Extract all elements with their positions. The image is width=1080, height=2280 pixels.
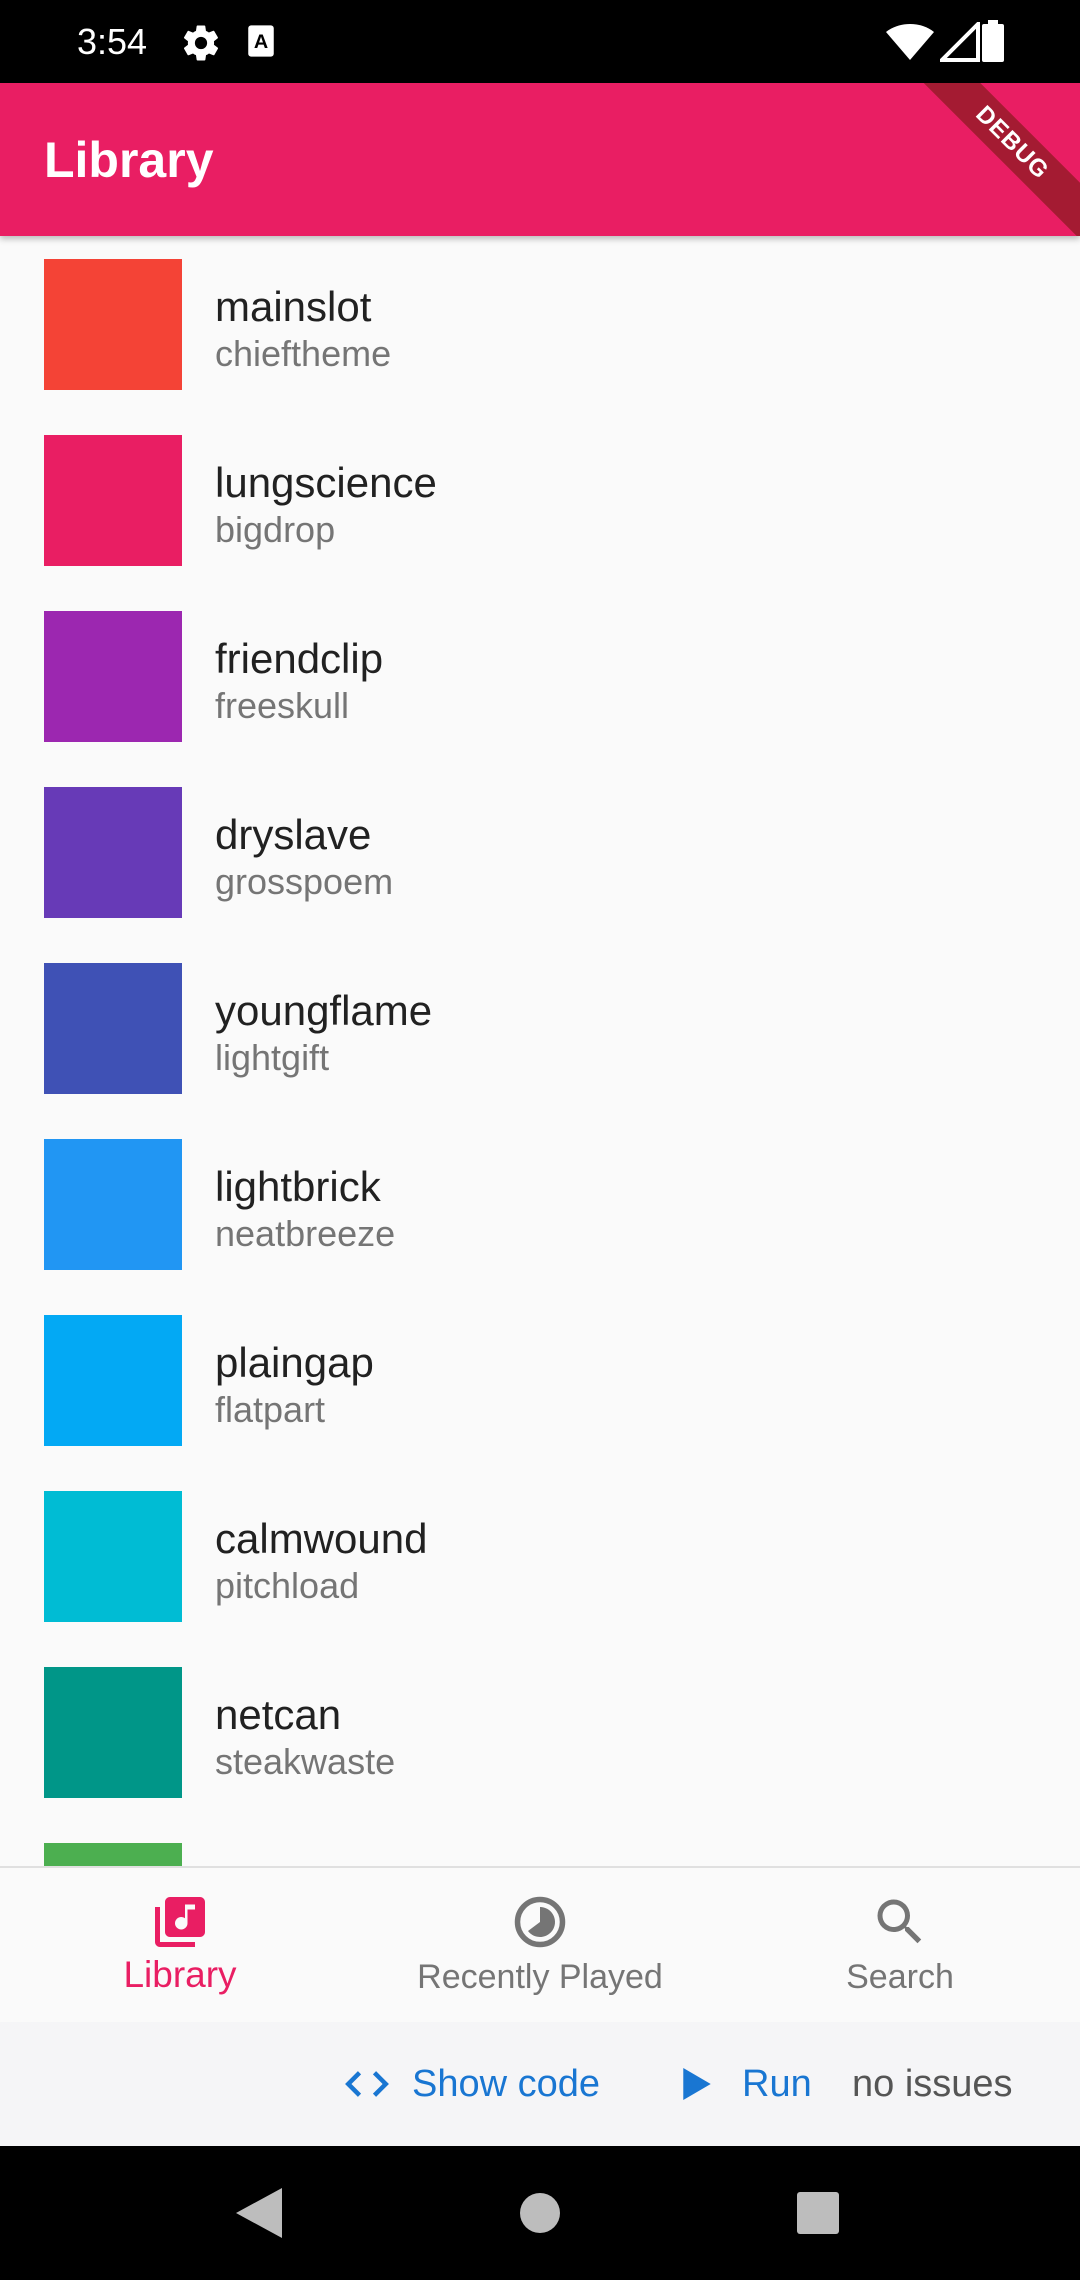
- system-navigation-bar: [0, 2146, 1080, 2280]
- run-label: Run: [742, 2062, 812, 2105]
- item-subtitle: neatbreeze: [215, 1213, 396, 1254]
- item-title: netcan: [215, 1691, 342, 1738]
- album-art: [44, 1667, 182, 1798]
- library-list[interactable]: mainslot chieftheme lungscience bigdrop …: [0, 236, 1080, 1866]
- page-title: Library: [44, 132, 214, 188]
- item-subtitle: steakwaste: [215, 1741, 396, 1782]
- album-art: [44, 963, 182, 1094]
- list-item[interactable]: lungscience bigdrop: [0, 412, 1080, 588]
- album-art: [44, 435, 182, 566]
- item-title: lungscience: [215, 459, 437, 506]
- dev-toolbar: Show code Run no issues: [0, 2022, 1080, 2146]
- item-subtitle: pitchload: [215, 1565, 360, 1606]
- issues-status: no issues: [852, 2062, 1013, 2105]
- play-icon: [683, 2068, 711, 2100]
- list-item[interactable]: netcan steakwaste: [0, 1644, 1080, 1820]
- tab-library[interactable]: Library: [0, 1868, 360, 2023]
- tab-search[interactable]: Search: [720, 1868, 1080, 2023]
- bottom-navigation: Library Recently Played Search: [0, 1866, 1080, 2024]
- recent-icon: [514, 1896, 566, 1948]
- a-notification-icon: A: [248, 25, 274, 57]
- code-icon: [345, 2071, 389, 2097]
- item-title: lightbrick: [215, 1163, 381, 1210]
- show-code-label: Show code: [412, 2062, 601, 2105]
- album-art: [44, 611, 182, 742]
- item-title: friendclip: [215, 635, 384, 682]
- tab-search-label: Search: [846, 1958, 954, 1996]
- battery-icon: [982, 20, 1004, 62]
- item-title: youngflame: [215, 987, 433, 1034]
- search-icon: [877, 1899, 922, 1944]
- item-subtitle: flatpart: [215, 1389, 326, 1430]
- item-title: mainslot: [215, 283, 372, 330]
- item-subtitle: chieftheme: [215, 333, 392, 374]
- list-item[interactable]: youngflame lightgift: [0, 940, 1080, 1116]
- signal-icon: [940, 22, 980, 62]
- gear-icon: [183, 25, 219, 61]
- tab-recently-played[interactable]: Recently Played: [360, 1868, 720, 2023]
- album-art: [44, 1843, 182, 1866]
- svg-text:A: A: [254, 31, 268, 53]
- album-art: [44, 1139, 182, 1270]
- app-bar: Library DEBUG: [0, 83, 1080, 236]
- tab-library-label: Library: [123, 1954, 237, 1995]
- album-art: [44, 787, 182, 918]
- back-icon[interactable]: [236, 2188, 282, 2238]
- album-art: [44, 1491, 182, 1622]
- item-subtitle: bigdrop: [215, 509, 336, 550]
- tab-recently-played-label: Recently Played: [417, 1958, 663, 1996]
- debug-banner: DEBUG: [913, 83, 1080, 236]
- list-item[interactable]: friendclip freeskull: [0, 588, 1080, 764]
- list-item[interactable]: lightbrick neatbreeze: [0, 1116, 1080, 1292]
- show-code-button[interactable]: Show code: [344, 2022, 600, 2146]
- library-music-icon: [155, 1897, 205, 1947]
- wifi-icon: [886, 24, 934, 60]
- album-art: [44, 259, 182, 390]
- recents-icon[interactable]: [797, 2192, 839, 2234]
- list-item[interactable]: dryslave grosspoem: [0, 764, 1080, 940]
- list-item[interactable]: mainslot chieftheme: [0, 236, 1080, 412]
- list-item[interactable]: plaingap flatpart: [0, 1292, 1080, 1468]
- list-item[interactable]: [0, 1820, 1080, 1866]
- item-subtitle: lightgift: [215, 1037, 330, 1078]
- status-bar: 3:54 A: [0, 0, 1080, 83]
- item-title: plaingap: [215, 1339, 374, 1386]
- item-subtitle: grosspoem: [215, 861, 394, 902]
- status-time: 3:54: [77, 21, 148, 62]
- item-title: calmwound: [215, 1515, 428, 1562]
- run-button[interactable]: Run: [682, 2022, 812, 2146]
- list-item[interactable]: calmwound pitchload: [0, 1468, 1080, 1644]
- item-title: dryslave: [215, 811, 372, 858]
- album-art: [44, 1315, 182, 1446]
- item-subtitle: freeskull: [215, 685, 350, 726]
- home-icon[interactable]: [519, 2192, 561, 2234]
